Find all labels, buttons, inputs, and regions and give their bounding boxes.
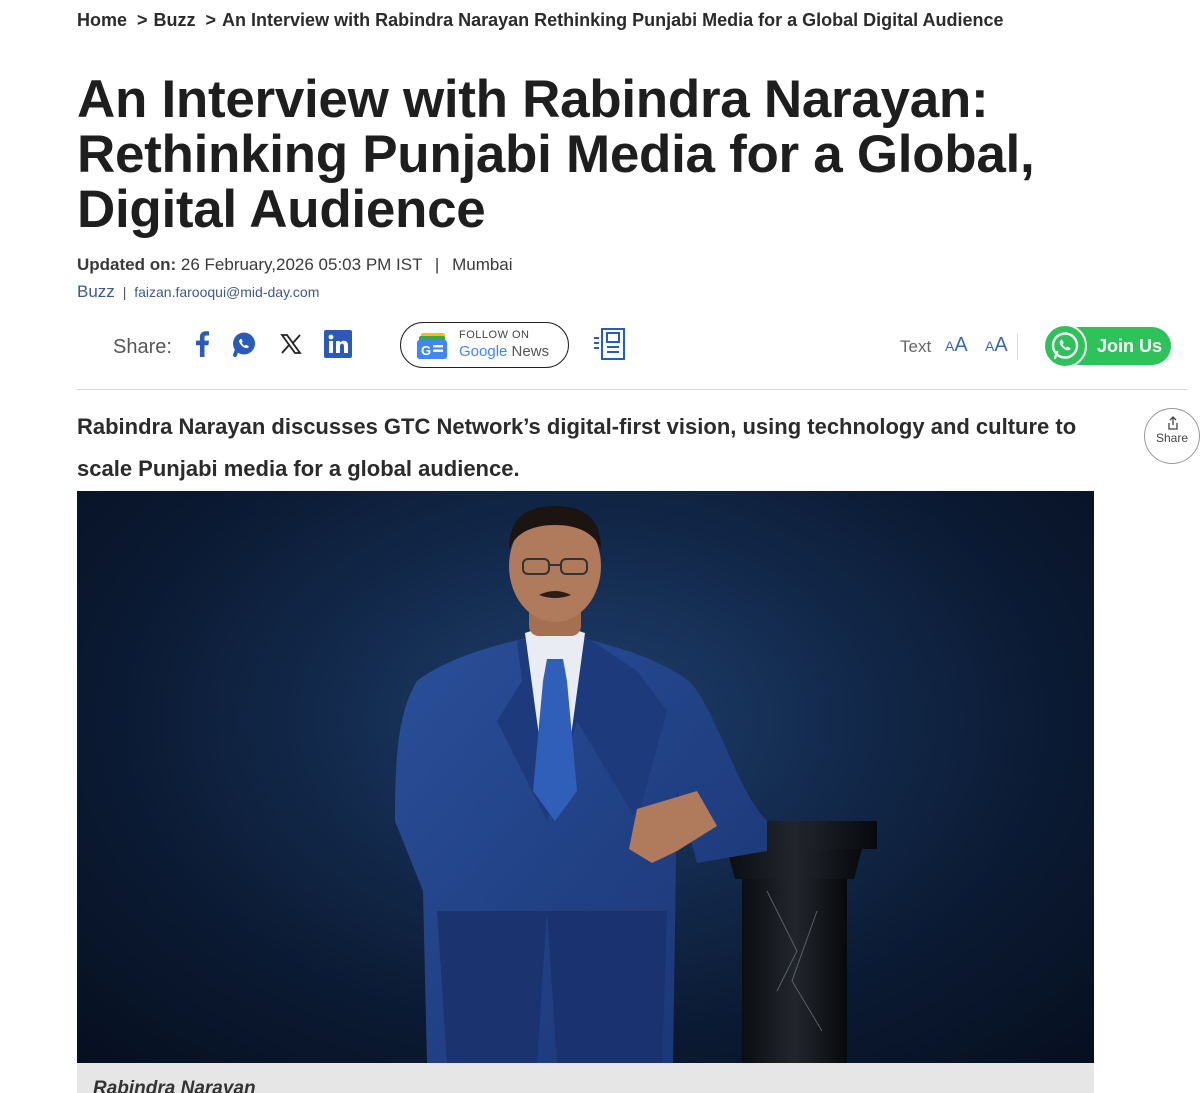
share-label: Share: [113, 336, 172, 358]
facebook-icon[interactable] [188, 330, 216, 358]
text-size-small-a: A [945, 338, 955, 354]
breadcrumb-current: An Interview with Rabindra Narayan Rethi… [222, 9, 1004, 30]
divider [1017, 334, 1018, 360]
text-size-label: Text [900, 337, 932, 356]
breadcrumb-buzz[interactable]: Buzz [154, 10, 196, 31]
google-news-label: Google News [459, 343, 549, 360]
portrait-illustration [395, 506, 877, 1063]
whatsapp-icon[interactable] [230, 330, 258, 358]
byline-divider: | [122, 284, 127, 300]
google-news-follow-button[interactable]: G FOLLOW ON Google News [400, 322, 569, 368]
whatsapp-icon [1043, 324, 1087, 368]
google-word: Google [459, 343, 508, 360]
page-title: An Interview with Rabindra Narayan: Reth… [77, 70, 1035, 239]
article-summary: Rabindra Narayan discusses GTC Network’s… [77, 414, 1077, 481]
breadcrumb-separator: > [137, 9, 148, 30]
author-link[interactable]: faizan.farooqui@mid-day.com [134, 284, 319, 300]
text-size-large-a: A [994, 334, 1008, 356]
reader-mode-icon[interactable] [592, 326, 628, 367]
meta-divider: | [434, 255, 440, 274]
news-word: News [511, 343, 550, 360]
share-bar: Share: G FOLLOW ON Google News Text AA A… [77, 318, 1187, 390]
floating-share-button[interactable]: Share [1144, 408, 1200, 464]
breadcrumb: Home > Buzz > An Interview with Rabindra… [77, 8, 1004, 32]
byline: Buzz | faizan.farooqui@mid-day.com [77, 282, 319, 302]
floating-share-label: Share [1155, 431, 1189, 445]
google-news-follow-label: FOLLOW ON [459, 329, 530, 341]
google-news-icon: G [417, 333, 451, 364]
join-us-label: Join Us [1097, 336, 1163, 356]
hero-image [77, 491, 1094, 1063]
text-size-increase[interactable]: AA [985, 334, 1008, 357]
category-link[interactable]: Buzz [77, 282, 115, 301]
updated-label: Updated on: [77, 255, 177, 274]
linkedin-icon[interactable] [324, 330, 352, 358]
svg-text:G: G [421, 343, 431, 358]
image-caption: Rabindra Narayan [77, 1063, 1094, 1093]
breadcrumb-home[interactable]: Home [77, 10, 127, 31]
text-size-large-a: A [954, 334, 968, 356]
x-icon[interactable] [277, 330, 305, 358]
location: Mumbai [452, 255, 513, 274]
updated-date: 26 February,2026 05:03 PM IST [180, 255, 423, 274]
text-size-small-a: A [985, 338, 995, 354]
text-size-decrease[interactable]: AA [945, 334, 968, 357]
caption-text: Rabindra Narayan [93, 1078, 256, 1093]
join-us-button[interactable]: Join Us [1043, 324, 1171, 368]
breadcrumb-separator: > [205, 9, 217, 30]
updated-line: Updated on: 26 February,2026 05:03 PM IS… [77, 255, 513, 275]
